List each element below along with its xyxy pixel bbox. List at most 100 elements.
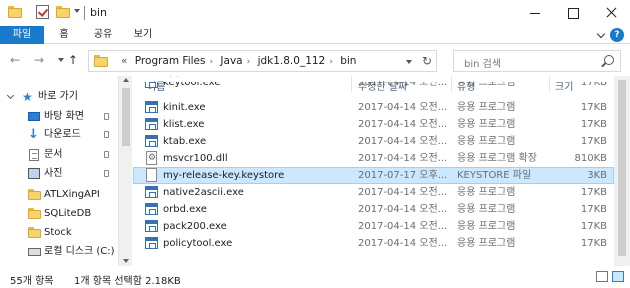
up-button[interactable]: ↑ (66, 54, 80, 66)
breadcrumb-overflow[interactable]: « (121, 55, 127, 67)
sidebar-item-pictures[interactable]: 사진 (0, 165, 116, 183)
scroll-up-icon[interactable] (123, 78, 129, 82)
file-size: 17KB (580, 204, 607, 215)
properties-icon[interactable] (36, 5, 49, 19)
address-dropdown-icon[interactable] (406, 60, 412, 64)
table-row[interactable]: policytool.exe 2017-04-14 오전... 응용 프로그램 … (133, 235, 614, 252)
file-date: 2017-04-14 오전... (358, 238, 448, 249)
file-name: orbd.exe (163, 204, 207, 215)
breadcrumb-bin[interactable]: bin (340, 55, 356, 67)
file-type: 응용 프로그램 (457, 119, 516, 130)
desktop-icon (28, 112, 40, 121)
sidebar-scrollbar[interactable] (118, 76, 132, 266)
exe-icon (145, 237, 158, 249)
forward-button[interactable]: → (32, 54, 46, 66)
sidebar-item-sqlitedb[interactable]: SQLiteDB (0, 205, 116, 223)
file-type: KEYSTORE 파일 (457, 170, 532, 181)
sidebar-item-label: 문서 (44, 149, 63, 160)
scrollbar-thumb[interactable] (618, 80, 626, 256)
scrollbar-thumb[interactable] (122, 88, 130, 146)
sidebar-item-stock[interactable]: Stock (0, 224, 116, 242)
minimize-button[interactable] (516, 0, 554, 26)
close-button[interactable] (592, 0, 630, 26)
sidebar-item-documents[interactable]: 문서 (0, 146, 116, 164)
address-folder-icon (94, 55, 108, 67)
exe-icon (145, 186, 158, 198)
expand-arrow-icon[interactable] (6, 91, 15, 100)
file-date: 2017-04-14 오전... (358, 204, 448, 215)
table-row[interactable]: ktab.exe 2017-04-14 오전... 응용 프로그램 17KB (133, 133, 614, 150)
file-list-scrollbar[interactable] (614, 76, 630, 266)
breadcrumb-separator-icon[interactable]: › (247, 57, 251, 67)
status-bar: 55개 항목 1개 항목 선택함 2.18KB (0, 266, 630, 288)
file-type: 응용 프로그램 (457, 102, 516, 113)
file-list: 이름 수정한 날짜 유형 크기 keytool.exe 2017-04-14 오… (133, 76, 614, 266)
breadcrumb-java[interactable]: Java (220, 55, 242, 67)
file-size: 3KB (587, 170, 607, 181)
tab-home[interactable]: 홈 (52, 26, 76, 44)
table-row[interactable]: orbd.exe 2017-04-14 오전... 응용 프로그램 17KB (133, 201, 614, 218)
quick-access-dropdown-icon[interactable] (74, 9, 80, 13)
table-row[interactable]: pack200.exe 2017-04-14 오전... 응용 프로그램 17K… (133, 218, 614, 235)
refresh-button[interactable]: ↻ (422, 54, 432, 68)
back-button[interactable]: ← (8, 54, 22, 66)
file-date: 2017-04-14 오전... (358, 187, 448, 198)
file-size: 17KB (580, 221, 607, 232)
tab-view[interactable]: 보기 (128, 26, 158, 44)
breadcrumb: « Program Files › Java › jdk1.8.0_112 › bin (121, 55, 356, 67)
drive-icon (28, 248, 41, 256)
table-row-selected[interactable]: my-release-key.keystore 2017-07-17 오후...… (133, 167, 614, 184)
new-folder-icon[interactable] (56, 6, 70, 18)
sidebar-item-atlxingapi[interactable]: ATLXingAPI (0, 186, 116, 204)
file-type: 응용 프로그램 (457, 82, 516, 88)
maximize-button[interactable] (554, 0, 592, 26)
table-row[interactable]: msvcr100.dll 2017-04-14 오전... 응용 프로그램 확장… (133, 150, 614, 167)
breadcrumb-program-files[interactable]: Program Files (135, 55, 206, 67)
exe-icon (145, 203, 158, 215)
sidebar-item-local-disk[interactable]: 로컬 디스크 (C:) (0, 243, 116, 261)
table-row[interactable]: kinit.exe 2017-04-14 오전... 응용 프로그램 17KB (133, 99, 614, 116)
table-row[interactable]: native2ascii.exe 2017-04-14 오전... 응용 프로그… (133, 184, 614, 201)
sidebar-item-desktop[interactable]: 바탕 화면 (0, 108, 116, 126)
recent-locations-dropdown-icon[interactable] (58, 58, 64, 62)
file-type: 응용 프로그램 확장 (457, 153, 537, 164)
breadcrumb-jdk[interactable]: jdk1.8.0_112 (258, 55, 326, 67)
file-name: native2ascii.exe (163, 187, 244, 198)
title-bar: bin (0, 0, 630, 26)
search-box[interactable]: bin 검색 (453, 50, 621, 72)
file-name: my-release-key.keystore (163, 170, 285, 181)
scroll-down-icon[interactable] (123, 259, 129, 263)
folder-icon[interactable] (8, 6, 22, 18)
exe-icon (145, 135, 158, 147)
sidebar-item-downloads[interactable]: ↓ 다운로드 (0, 126, 116, 144)
file-size: 810KB (574, 153, 607, 164)
file-date: 2017-07-17 오후... (358, 170, 448, 181)
pin-icon (104, 113, 109, 120)
sidebar-item-label: 로컬 디스크 (C:) (44, 246, 115, 257)
file-name: keytool.exe (163, 82, 221, 88)
file-name: ktab.exe (163, 136, 207, 147)
sidebar-item-label: 사진 (44, 168, 63, 179)
breadcrumb-separator-icon[interactable]: › (209, 57, 213, 67)
address-bar[interactable]: « Program Files › Java › jdk1.8.0_112 › bin… (88, 50, 437, 72)
file-size: 17KB (580, 119, 607, 130)
table-row[interactable]: keytool.exe 2017-04-14 오전... 응용 프로그램 17K… (133, 82, 614, 94)
sidebar-item-label: SQLiteDB (44, 208, 92, 219)
breadcrumb-separator-icon[interactable]: › (329, 57, 333, 67)
search-input[interactable]: bin 검색 (464, 55, 501, 70)
file-type: 응용 프로그램 (457, 136, 516, 147)
table-row[interactable]: klist.exe 2017-04-14 오전... 응용 프로그램 17KB (133, 116, 614, 133)
file-type: 응용 프로그램 (457, 221, 516, 232)
window-title: bin (90, 6, 108, 19)
help-button[interactable]: ? (610, 28, 624, 42)
pin-icon (104, 151, 109, 158)
sidebar-item-label: 바탕 화면 (44, 111, 84, 122)
selection-info: 1개 항목 선택함 2.18KB (74, 276, 181, 287)
tab-share[interactable]: 공유 (88, 26, 118, 44)
details-view-icon[interactable] (596, 271, 608, 282)
large-icons-view-icon[interactable] (612, 271, 624, 282)
ribbon-expand-icon[interactable] (596, 29, 606, 39)
sidebar-item-quick-access[interactable]: ★ 바로 가기 (0, 88, 116, 106)
file-date: 2017-04-14 오전... (358, 102, 448, 113)
tab-file[interactable]: 파일 (0, 26, 44, 44)
